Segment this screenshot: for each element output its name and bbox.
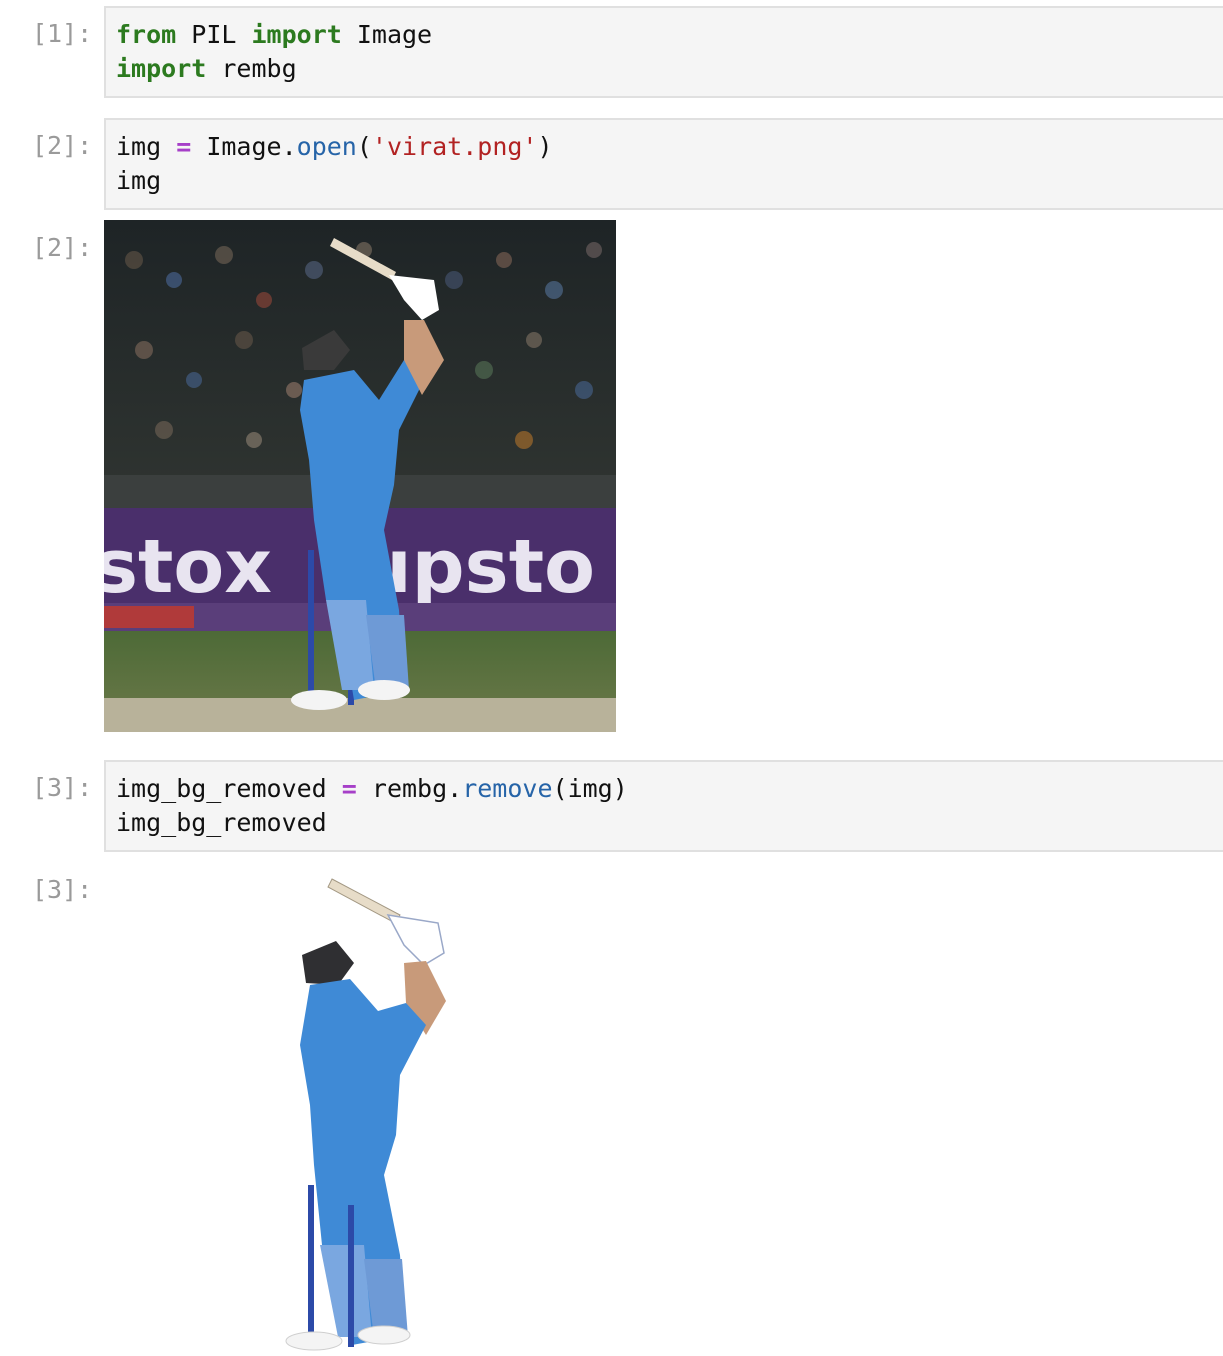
code-line: img_bg_removed = rembg.remove(img)	[116, 772, 628, 806]
code-editor[interactable]: from PIL import Image import rembg	[116, 18, 432, 86]
code-token: rembg.	[356, 774, 463, 803]
cell-3-prompt: [3]:	[32, 773, 93, 802]
code-token: Image	[341, 20, 433, 49]
code-token: img	[116, 166, 162, 195]
output-3-prompt: [3]:	[32, 875, 93, 904]
code-line: img = Image.open('virat.png')	[116, 130, 553, 164]
code-line: img_bg_removed	[116, 806, 628, 840]
code-token: )	[537, 132, 553, 161]
code-line: from PIL import Image	[116, 18, 432, 52]
cricket-batsman-cutout-icon	[280, 875, 460, 1352]
code-editor[interactable]: img_bg_removed = rembg.remove(img) img_bg…	[116, 772, 628, 840]
code-token: img	[116, 132, 177, 161]
cell-1-prompt: [1]:	[32, 19, 93, 48]
code-token: =	[176, 132, 192, 161]
code-token: (img)	[552, 774, 628, 803]
code-token: img_bg_removed	[116, 808, 327, 837]
code-token: import	[251, 20, 342, 49]
banner-left-text: stox	[104, 524, 272, 610]
code-token: from	[116, 20, 177, 49]
code-token: import	[116, 54, 207, 83]
code-token: =	[341, 774, 357, 803]
code-token: img_bg_removed	[116, 774, 342, 803]
code-cell-2[interactable]: img = Image.open('virat.png') img	[104, 118, 1223, 210]
code-token: Image.	[191, 132, 297, 161]
code-token: PIL	[176, 20, 252, 49]
code-cell-3[interactable]: img_bg_removed = rembg.remove(img) img_bg…	[104, 760, 1223, 852]
code-line: import rembg	[116, 52, 432, 86]
cell-2-prompt: [2]:	[32, 131, 93, 160]
code-token: (	[356, 132, 372, 161]
code-cell-1[interactable]: from PIL import Image import rembg	[104, 6, 1223, 98]
code-token: rembg	[206, 54, 297, 83]
code-editor[interactable]: img = Image.open('virat.png') img	[116, 130, 553, 198]
code-line: img	[116, 164, 553, 198]
cricket-batsman-photo-icon: stox upsto	[104, 220, 616, 732]
output-2-prompt: [2]:	[32, 233, 93, 262]
code-token: open	[296, 132, 357, 161]
code-token: 'virat.png'	[371, 132, 538, 161]
code-token: remove	[462, 774, 553, 803]
